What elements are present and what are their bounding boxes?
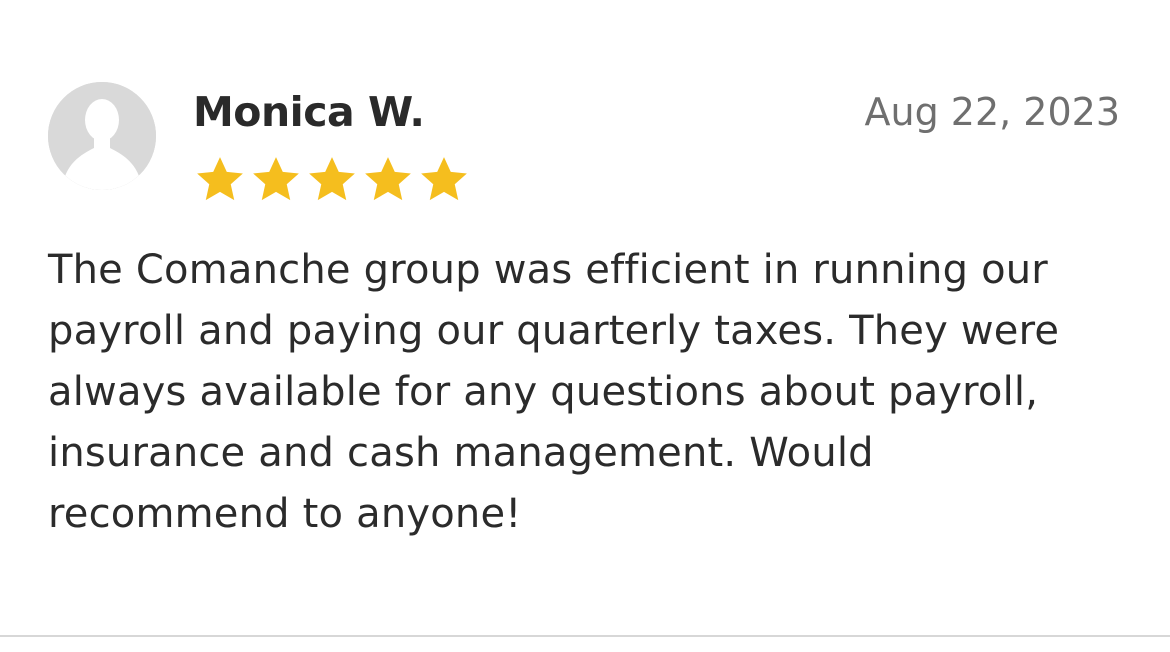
star-icon <box>421 157 467 201</box>
star-icon <box>309 157 355 201</box>
review-text: The Comanche group was efficient in runn… <box>48 247 1060 537</box>
star-rating <box>192 152 472 208</box>
divider <box>0 635 1170 637</box>
review-date: Aug 22, 2023 <box>864 90 1121 134</box>
user-avatar-icon <box>48 82 156 190</box>
star-icon <box>253 157 299 201</box>
star-icon <box>197 157 243 201</box>
reviewer-name: Monica W. <box>193 88 425 136</box>
review-card: Monica W. Aug 22, 2023 The Comanche grou… <box>0 0 1170 652</box>
star-icon <box>365 157 411 201</box>
